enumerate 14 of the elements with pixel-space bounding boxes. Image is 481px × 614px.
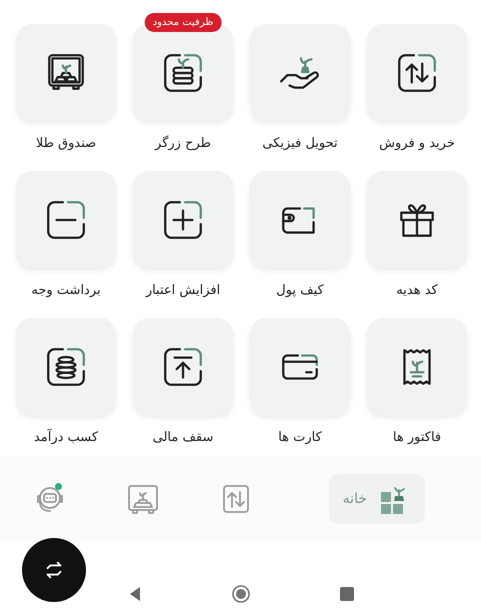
tile-label: صندوق طلا xyxy=(36,135,96,153)
tile-label: سقف مالی xyxy=(152,429,214,447)
tile-label: افزایش اعتبار xyxy=(146,282,220,300)
tile-label: خرید و فروش xyxy=(379,135,455,153)
tile-label: کیف پول xyxy=(276,282,324,300)
tile-label: طرح زرگر xyxy=(155,135,211,153)
tile-label: فاکتور ها xyxy=(392,429,442,447)
tile-label: برداشت وجه xyxy=(31,282,101,300)
tile-label: کسب درآمد xyxy=(34,429,98,447)
nav-tab[interactable]: خانه xyxy=(328,474,425,524)
limited-badge: ظرفیت محدود xyxy=(144,13,222,32)
tile-label: تحویل فیزیکی xyxy=(262,135,338,153)
tile-label: کد هدیه xyxy=(396,282,438,300)
tile-label: کارت ها xyxy=(278,429,322,447)
